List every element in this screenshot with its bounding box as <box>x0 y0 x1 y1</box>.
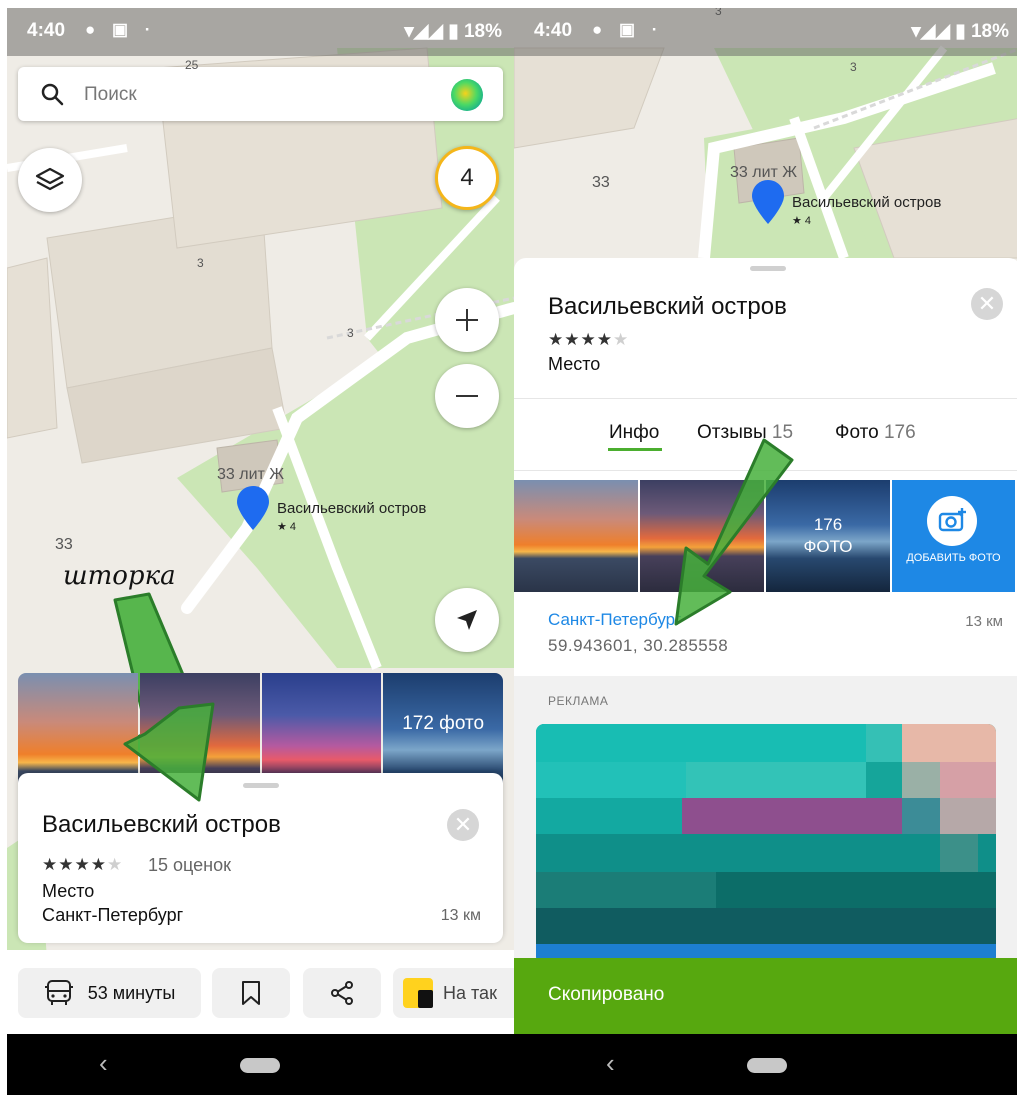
route-button[interactable]: 53 минуты <box>18 968 201 1018</box>
right-screen: 33 33 лит Ж 3 3 Васильевский остров ★ 4 … <box>514 8 1017 1095</box>
share-button[interactable] <box>303 968 381 1018</box>
add-photo-label: ДОБАВИТЬ ФОТО <box>906 552 1001 564</box>
place-distance: 13 км <box>440 907 481 924</box>
map-label-building: 33 лит Ж <box>217 466 285 483</box>
place-sheet[interactable]: Васильевский остров ✕ ★★★★★ Место Инфо О… <box>514 258 1017 976</box>
photo-thumbnail[interactable] <box>640 480 764 592</box>
status-time: 4:40 <box>534 20 573 41</box>
place-type: Место <box>548 354 601 374</box>
poi-rating: ★ 4 <box>277 521 297 533</box>
status-battery: ▾◢◢ ▮ 18% <box>911 21 1009 42</box>
map-label-number: 25 <box>185 58 199 72</box>
plus-icon <box>456 309 478 331</box>
map-label-number: 3 <box>715 8 722 18</box>
poi-name: Васильевский остров <box>792 194 942 211</box>
photo-thumbnail-more[interactable]: 176 ФОТО <box>766 480 890 592</box>
back-icon[interactable]: ‹ <box>606 1048 615 1079</box>
close-icon: ✕ <box>977 291 997 316</box>
left-screen: 33 33 лит Ж 3 3 25 Васильевский остров ★… <box>7 8 514 1095</box>
photo-count-label: 172 фото <box>402 713 485 734</box>
taxi-button[interactable]: На так <box>393 968 514 1018</box>
android-nav-bar: ‹ <box>7 1034 514 1095</box>
active-tab-indicator <box>608 448 662 451</box>
taxi-label: На так <box>443 982 497 1003</box>
back-icon[interactable]: ‹ <box>99 1048 108 1079</box>
close-button[interactable]: ✕ <box>447 809 479 841</box>
map-label-number: 3 <box>850 60 857 74</box>
bookmark-button[interactable] <box>212 968 290 1018</box>
place-type: Место <box>42 881 95 901</box>
location-pin-icon <box>752 180 784 224</box>
drag-handle[interactable] <box>749 266 786 271</box>
camera-icon <box>927 496 977 546</box>
add-photo-button[interactable]: ДОБАВИТЬ ФОТО <box>892 480 1015 592</box>
status-time: 4:40 <box>27 20 66 41</box>
zoom-out-button[interactable] <box>435 364 499 428</box>
map-label-house: 33 <box>592 174 610 191</box>
poi-rating: ★ 4 <box>792 215 812 227</box>
notification-icons: ● ▣ · <box>592 20 664 39</box>
action-bar: 53 минуты На так <box>7 950 514 1034</box>
snackbar-text: Скопировано <box>548 984 665 1005</box>
search-icon <box>41 83 64 106</box>
close-button[interactable]: ✕ <box>971 288 1003 320</box>
divider <box>514 470 1017 471</box>
map-label-house: 33 <box>55 536 73 553</box>
tab-info[interactable]: Инфо <box>609 422 659 444</box>
status-bar: 4:40 ● ▣ · ▾◢◢ ▮ 18% <box>7 8 514 56</box>
search-bar[interactable] <box>18 67 503 121</box>
my-location-button[interactable] <box>435 588 499 652</box>
location-pin-icon <box>237 486 269 530</box>
map-label-number: 3 <box>197 256 204 270</box>
traffic-level: 4 <box>460 164 474 191</box>
traffic-button[interactable]: 4 <box>435 146 499 210</box>
photo-thumbnail[interactable] <box>514 480 638 592</box>
place-distance: 13 км <box>965 613 1003 630</box>
bookmark-icon <box>242 981 260 1005</box>
place-card[interactable]: Васильевский остров ✕ ★★★★★ 15 оценок Ме… <box>18 773 503 943</box>
poi-name: Васильевский остров <box>277 500 427 517</box>
android-nav-bar: ‹ <box>514 1034 1017 1095</box>
zoom-in-button[interactable] <box>435 288 499 352</box>
map-label-number: 3 <box>347 326 354 340</box>
snackbar: Скопировано <box>514 958 1017 1034</box>
coordinates[interactable]: 59.943601, 30.285558 <box>548 636 728 656</box>
status-bar: 4:40 ● ▣ · ▾◢◢ ▮ 18% <box>514 8 1017 56</box>
search-input[interactable] <box>82 79 426 111</box>
home-button[interactable] <box>747 1058 787 1073</box>
rating-stars: ★★★★★ <box>548 330 630 349</box>
tab-reviews[interactable]: Отзывы 15 <box>697 422 793 444</box>
drag-handle[interactable] <box>242 783 279 788</box>
tab-photos[interactable]: Фото 176 <box>835 422 916 444</box>
taxi-icon <box>403 978 433 1008</box>
annotation-label: шторка <box>63 561 176 591</box>
layers-icon <box>35 167 65 191</box>
review-count: 15 оценок <box>148 855 231 875</box>
minus-icon <box>456 395 478 397</box>
ad-section: РЕКЛАМА <box>514 676 1017 976</box>
close-icon: ✕ <box>453 812 473 837</box>
ad-label: РЕКЛАМА <box>548 694 609 708</box>
photo-count: 176 ФОТО <box>803 515 853 556</box>
ad-banner[interactable] <box>536 724 996 964</box>
city-link[interactable]: Санкт-Петербург <box>548 610 681 630</box>
notification-icons: ● ▣ · <box>85 20 157 39</box>
rating-stars: ★★★★★ <box>42 855 124 874</box>
bus-icon <box>44 980 73 1005</box>
divider <box>514 398 1017 399</box>
place-city: Санкт-Петербург <box>42 905 184 925</box>
share-icon <box>331 981 353 1005</box>
route-time: 53 минуты <box>87 982 176 1003</box>
home-button[interactable] <box>240 1058 280 1073</box>
photo-strip[interactable]: 176 ФОТО ДОБАВИТЬ ФОТО <box>514 480 1017 592</box>
layers-button[interactable] <box>18 148 82 212</box>
place-title: Васильевский остров <box>42 811 281 838</box>
voice-assistant-icon[interactable] <box>451 79 483 111</box>
place-title: Васильевский остров <box>548 293 787 320</box>
navigation-arrow-icon <box>457 610 477 630</box>
status-battery: ▾◢◢ ▮ 18% <box>404 21 502 42</box>
